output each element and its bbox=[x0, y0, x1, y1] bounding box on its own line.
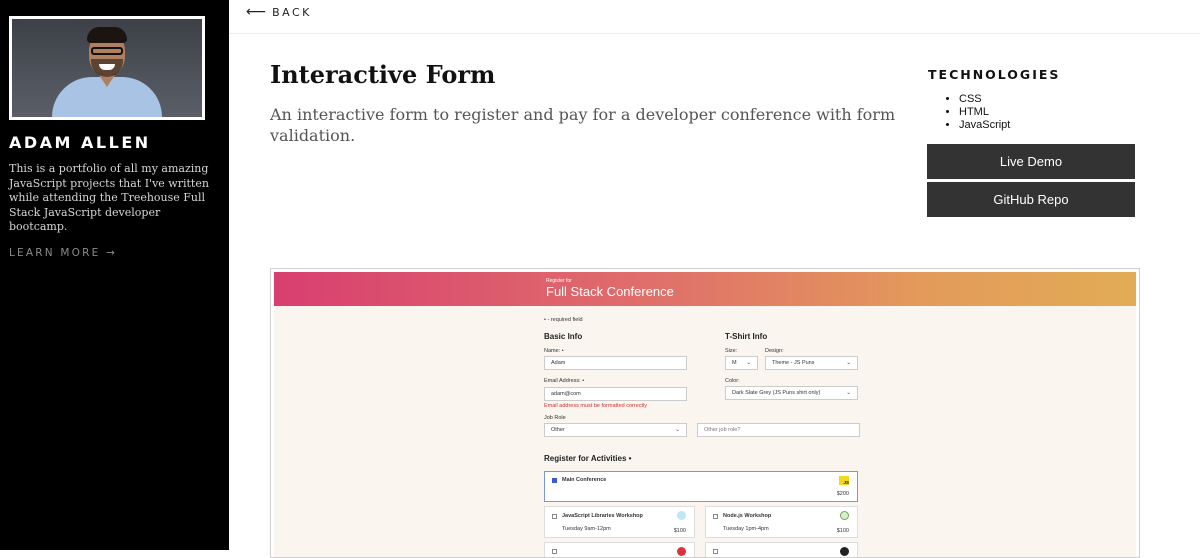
email-error: Email address must be formatted correctl… bbox=[544, 403, 648, 409]
chevron-down-icon: ⌄ bbox=[846, 390, 851, 396]
activity-card-partial bbox=[705, 542, 858, 557]
basic-info-heading: Basic Info bbox=[544, 332, 583, 341]
checkbox bbox=[713, 514, 718, 519]
activity-price: $100 bbox=[673, 528, 686, 534]
chevron-down-icon: ⌄ bbox=[746, 360, 751, 366]
size-label: Size: bbox=[725, 348, 738, 354]
project-screenshot: Register for Full Stack Conference • - r… bbox=[270, 268, 1140, 558]
tool-logo-icon bbox=[840, 547, 849, 556]
form-header-title: Full Stack Conference bbox=[546, 284, 674, 299]
avatar bbox=[9, 16, 205, 120]
other-job-field: Other job role? bbox=[697, 423, 860, 437]
profile-name: ADAM ALLEN bbox=[9, 133, 151, 152]
activities-heading: Register for Activities • bbox=[544, 454, 632, 463]
size-select: M ⌄ bbox=[725, 356, 758, 370]
project-description: An interactive form to register and pay … bbox=[270, 105, 896, 145]
email-field: adam@com bbox=[544, 387, 687, 401]
required-note: • - required field bbox=[544, 317, 583, 323]
angular-logo-icon bbox=[677, 547, 686, 556]
activity-card-partial bbox=[544, 542, 695, 557]
tech-item: CSS bbox=[959, 93, 1010, 106]
arrow-left-icon: ⟵ bbox=[246, 4, 267, 20]
activity-name: JavaScript Libraries Workshop bbox=[562, 513, 643, 519]
profile-bio: This is a portfolio of all my amazing Ja… bbox=[9, 162, 209, 234]
github-repo-button[interactable]: GitHub Repo bbox=[927, 182, 1135, 217]
chevron-down-icon: ⌄ bbox=[846, 360, 851, 366]
checkbox-checked bbox=[552, 478, 557, 483]
technologies-heading: TECHNOLOGIES bbox=[928, 67, 1061, 82]
react-logo-icon bbox=[677, 511, 686, 520]
tech-item: HTML bbox=[959, 106, 1010, 119]
technologies-list: CSS HTML JavaScript bbox=[945, 93, 1010, 132]
design-select: Theme - JS Puns ⌄ bbox=[765, 356, 858, 370]
activity-time: Tuesday 9am-12pm bbox=[562, 526, 611, 532]
activity-js-libraries: JavaScript Libraries Workshop Tuesday 9a… bbox=[544, 506, 695, 538]
color-label: Color: bbox=[725, 378, 740, 384]
name-label: Name: • bbox=[544, 348, 564, 354]
back-link[interactable]: ⟵ BACK bbox=[246, 4, 312, 20]
name-field: Adam bbox=[544, 356, 687, 370]
job-role-value: Other bbox=[551, 427, 565, 433]
activity-main-conference: Main Conference JS $200 bbox=[544, 471, 858, 502]
project-title: Interactive Form bbox=[270, 60, 496, 89]
activity-price: $100 bbox=[836, 528, 849, 534]
color-select: Dark Slate Grey (JS Puns shirt only) ⌄ bbox=[725, 386, 858, 400]
learn-more-link[interactable]: LEARN MORE → bbox=[9, 247, 117, 259]
color-value: Dark Slate Grey (JS Puns shirt only) bbox=[732, 390, 821, 396]
header-divider bbox=[229, 33, 1200, 34]
job-role-select: Other ⌄ bbox=[544, 423, 687, 437]
name-value: Adam bbox=[551, 360, 566, 366]
form-header-banner: Register for Full Stack Conference bbox=[274, 272, 1136, 306]
size-value: M bbox=[732, 360, 737, 366]
checkbox bbox=[552, 514, 557, 519]
activity-nodejs: Node.js Workshop Tuesday 1pm-4pm $100 bbox=[705, 506, 858, 538]
live-demo-button[interactable]: Live Demo bbox=[927, 144, 1135, 179]
activity-name: Node.js Workshop bbox=[723, 513, 772, 519]
activity-time: Tuesday 1pm-4pm bbox=[723, 526, 769, 532]
email-value: adam@com bbox=[551, 391, 581, 397]
tshirt-info-heading: T-Shirt Info bbox=[725, 332, 768, 341]
activity-name: Main Conference bbox=[562, 477, 607, 483]
activity-price: $200 bbox=[836, 491, 849, 497]
design-value: Theme - JS Puns bbox=[772, 360, 815, 366]
sidebar: ADAM ALLEN This is a portfolio of all my… bbox=[0, 0, 229, 550]
nodejs-logo-icon bbox=[840, 511, 849, 520]
profile-photo bbox=[52, 19, 162, 117]
tech-item: JavaScript bbox=[959, 119, 1010, 132]
chevron-down-icon: ⌄ bbox=[675, 427, 680, 433]
design-label: Design: bbox=[765, 348, 784, 354]
job-role-label: Job Role bbox=[544, 415, 566, 421]
email-label: Email Address: • bbox=[544, 378, 585, 384]
form-body: • - required field Basic Info Name: • Ad… bbox=[274, 306, 1136, 557]
back-label: BACK bbox=[272, 5, 312, 19]
javascript-logo-icon: JS bbox=[839, 476, 849, 485]
other-job-placeholder: Other job role? bbox=[704, 427, 741, 433]
